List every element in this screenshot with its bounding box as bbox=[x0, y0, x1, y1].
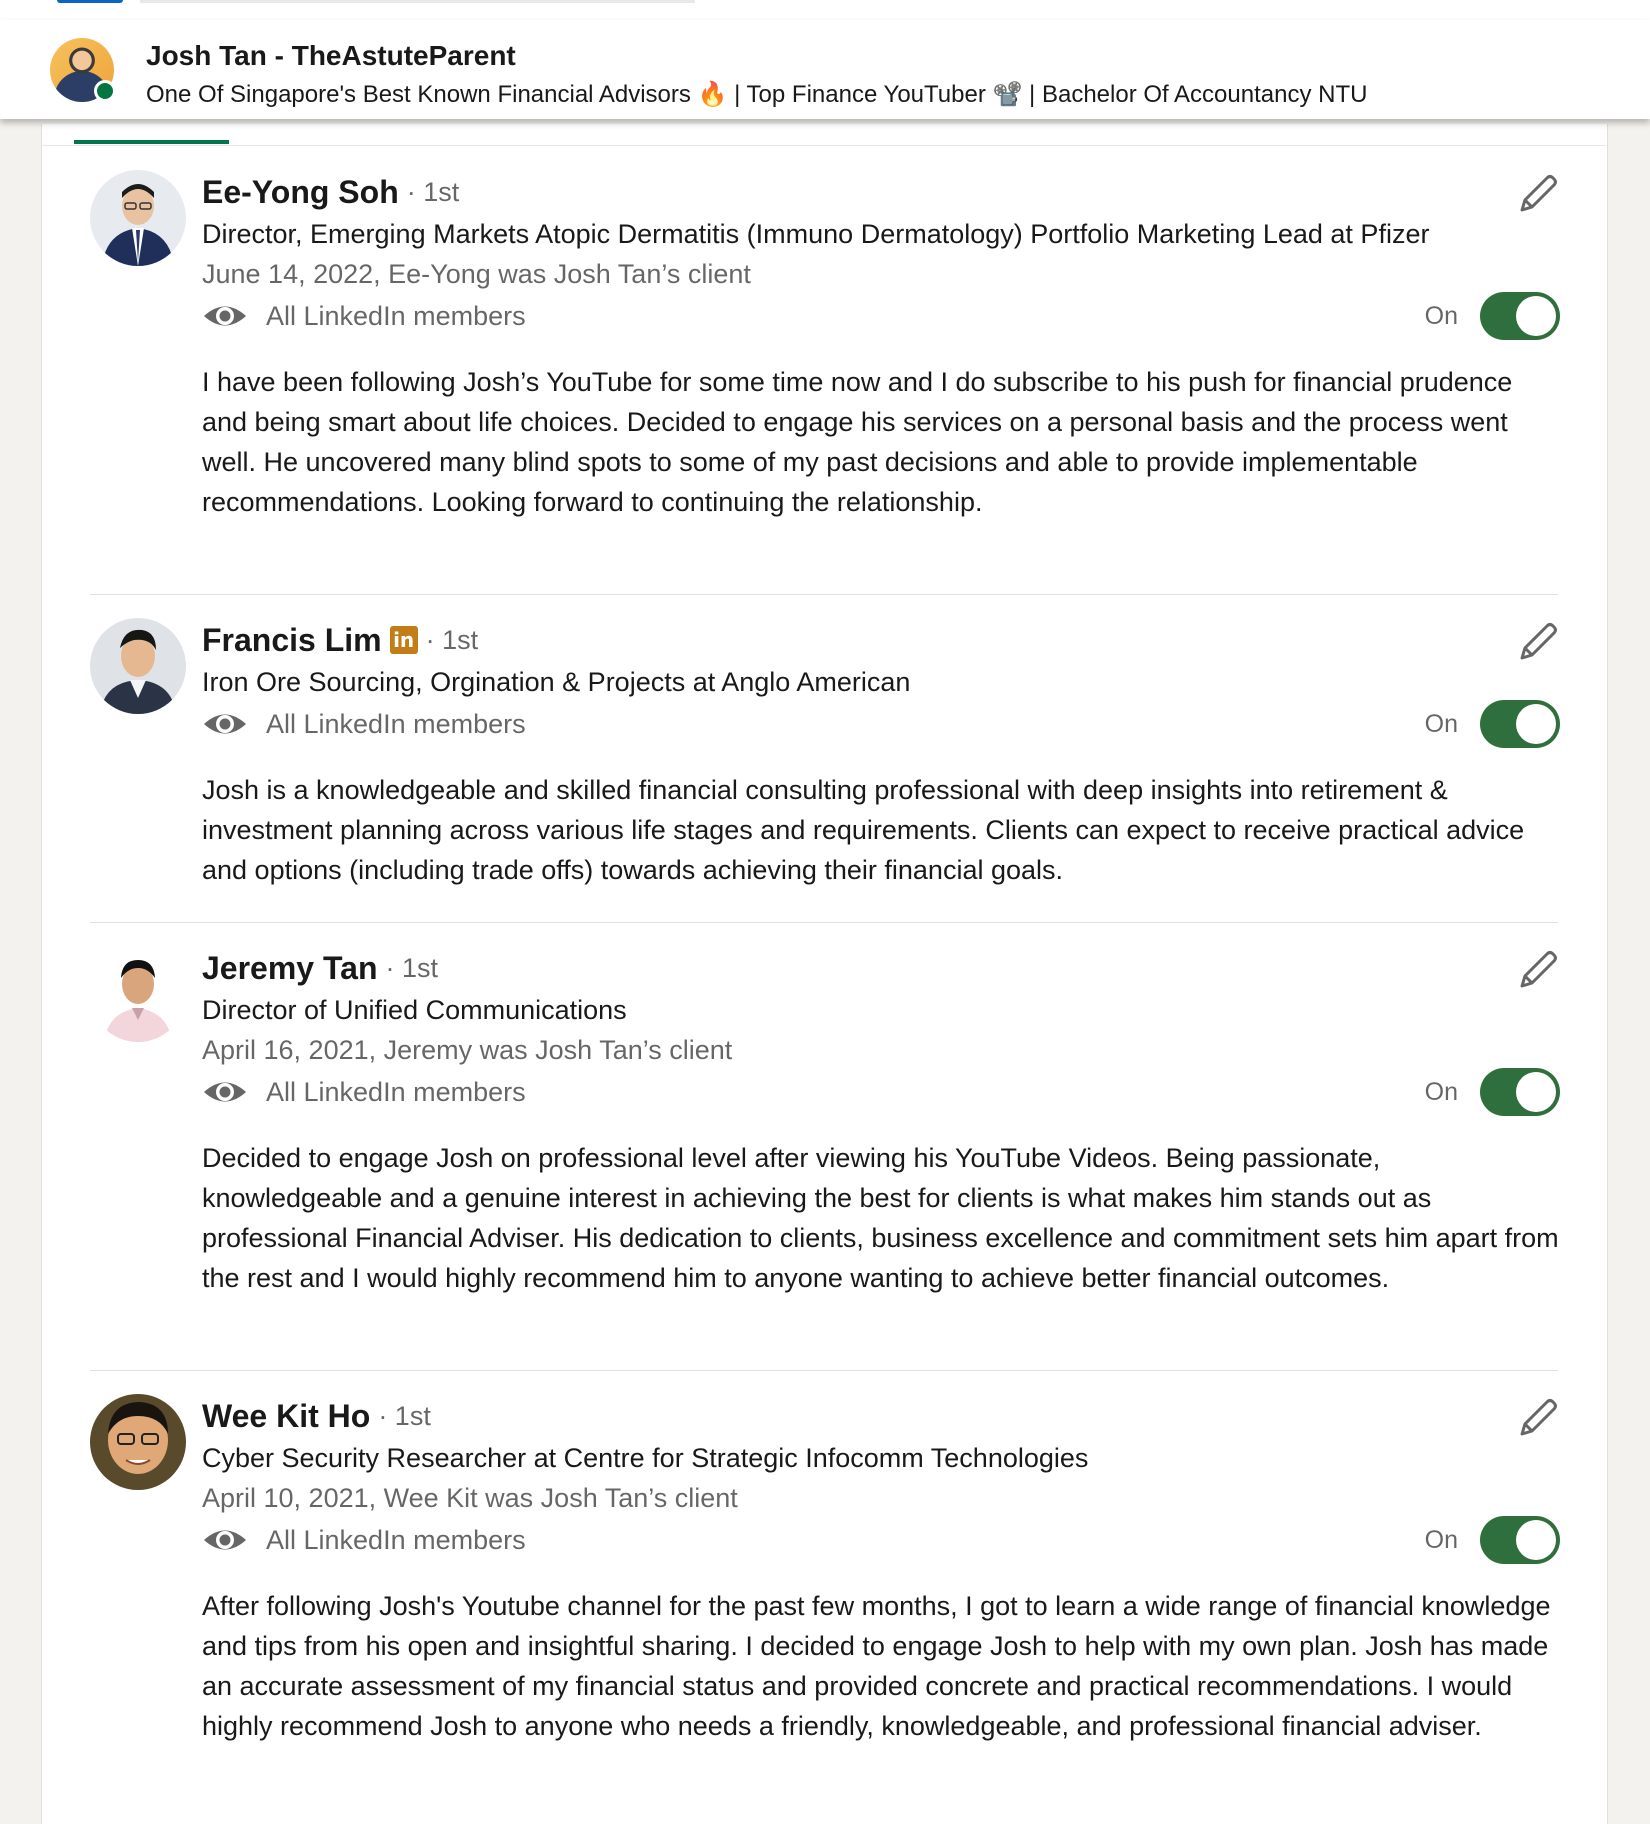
recommendation-text: After following Josh's Youtube channel f… bbox=[202, 1591, 1551, 1741]
recommender-avatar[interactable] bbox=[90, 618, 186, 714]
toggle-state-label: On bbox=[1424, 1077, 1458, 1106]
visibility-label: All LinkedIn members bbox=[266, 1076, 526, 1107]
sticky-profile-header: Josh Tan - TheAstuteParent One Of Singap… bbox=[0, 20, 1650, 119]
visibility-row: All LinkedIn members On bbox=[202, 700, 1560, 748]
visibility-label: All LinkedIn members bbox=[266, 1524, 526, 1555]
connection-degree: · 1st bbox=[385, 953, 439, 983]
recommender-avatar[interactable] bbox=[90, 170, 186, 266]
recommender-avatar[interactable] bbox=[90, 946, 186, 1042]
toggle-state-label: On bbox=[1424, 301, 1458, 330]
active-tab-indicator bbox=[74, 140, 229, 144]
pencil-icon[interactable] bbox=[1516, 1396, 1560, 1440]
visibility-toggle[interactable] bbox=[1480, 1068, 1560, 1116]
connection-degree: · 1st bbox=[378, 1401, 431, 1431]
eye-icon bbox=[204, 1530, 246, 1550]
recommender-name[interactable]: Ee-Yong Soh bbox=[202, 170, 399, 214]
recommender-name[interactable]: Francis Lim bbox=[202, 618, 382, 662]
recommender-title: Iron Ore Sourcing, Orgination & Projects… bbox=[202, 667, 911, 697]
recommender-name[interactable]: Wee Kit Ho bbox=[202, 1394, 370, 1438]
recommendation-meta: April 10, 2021, Wee Kit was Josh Tan’s c… bbox=[202, 1483, 738, 1513]
toggle-state-label: On bbox=[1424, 1525, 1458, 1554]
recommendation-meta: April 16, 2021, Jeremy was Josh Tan’s cl… bbox=[202, 1035, 733, 1065]
recommender-title: Director, Emerging Markets Atopic Dermat… bbox=[202, 219, 1430, 249]
visibility-toggle[interactable] bbox=[1480, 292, 1560, 340]
recommender-avatar[interactable] bbox=[90, 1394, 186, 1490]
pencil-icon[interactable] bbox=[1516, 948, 1560, 992]
visibility-label: All LinkedIn members bbox=[266, 300, 526, 331]
item-divider bbox=[90, 594, 1558, 595]
visibility-toggle[interactable] bbox=[1480, 700, 1560, 748]
visibility-row: All LinkedIn members On bbox=[202, 1068, 1560, 1116]
search-bar-edge bbox=[140, 0, 695, 3]
recommendation-meta: June 14, 2022, Ee-Yong was Josh Tan’s cl… bbox=[202, 259, 751, 289]
recommendation-text: Josh is a knowledgeable and skilled fina… bbox=[202, 775, 1525, 885]
visibility-row: All LinkedIn members On bbox=[202, 292, 1560, 340]
visibility-row: All LinkedIn members On bbox=[202, 1516, 1560, 1564]
linkedin-badge-icon: in bbox=[389, 626, 418, 654]
toggle-knob bbox=[1516, 1520, 1556, 1560]
tab-bar-divider bbox=[41, 145, 1606, 146]
pencil-icon[interactable] bbox=[1516, 620, 1560, 664]
eye-icon bbox=[204, 1082, 246, 1102]
toggle-knob bbox=[1516, 296, 1556, 336]
visibility-label: All LinkedIn members bbox=[266, 708, 526, 739]
eye-icon bbox=[204, 306, 246, 326]
toggle-knob bbox=[1516, 704, 1556, 744]
recommender-title: Director of Unified Communications bbox=[202, 995, 627, 1025]
profile-headline: One Of Singapore's Best Known Financial … bbox=[146, 81, 1368, 108]
recommendation-text: I have been following Josh’s YouTube for… bbox=[202, 367, 1513, 517]
connection-degree: · 1st bbox=[425, 625, 479, 655]
active-nav-indicator bbox=[57, 0, 123, 3]
top-navigation-strip bbox=[0, 0, 1650, 21]
visibility-toggle[interactable] bbox=[1480, 1516, 1560, 1564]
recommendation-text: Decided to engage Josh on professional l… bbox=[202, 1143, 1559, 1293]
profile-name[interactable]: Josh Tan - TheAstuteParent bbox=[146, 40, 516, 72]
recommender-name[interactable]: Jeremy Tan bbox=[202, 946, 378, 990]
recommender-title: Cyber Security Researcher at Centre for … bbox=[202, 1443, 1089, 1473]
header-avatar-wrap[interactable] bbox=[50, 38, 116, 102]
item-divider bbox=[90, 922, 1558, 923]
online-status-dot bbox=[94, 80, 116, 102]
eye-icon bbox=[204, 714, 246, 734]
pencil-icon[interactable] bbox=[1516, 172, 1560, 216]
toggle-knob bbox=[1516, 1072, 1556, 1112]
connection-degree: · 1st bbox=[406, 177, 460, 207]
item-divider bbox=[90, 1370, 1558, 1371]
toggle-state-label: On bbox=[1424, 709, 1458, 738]
